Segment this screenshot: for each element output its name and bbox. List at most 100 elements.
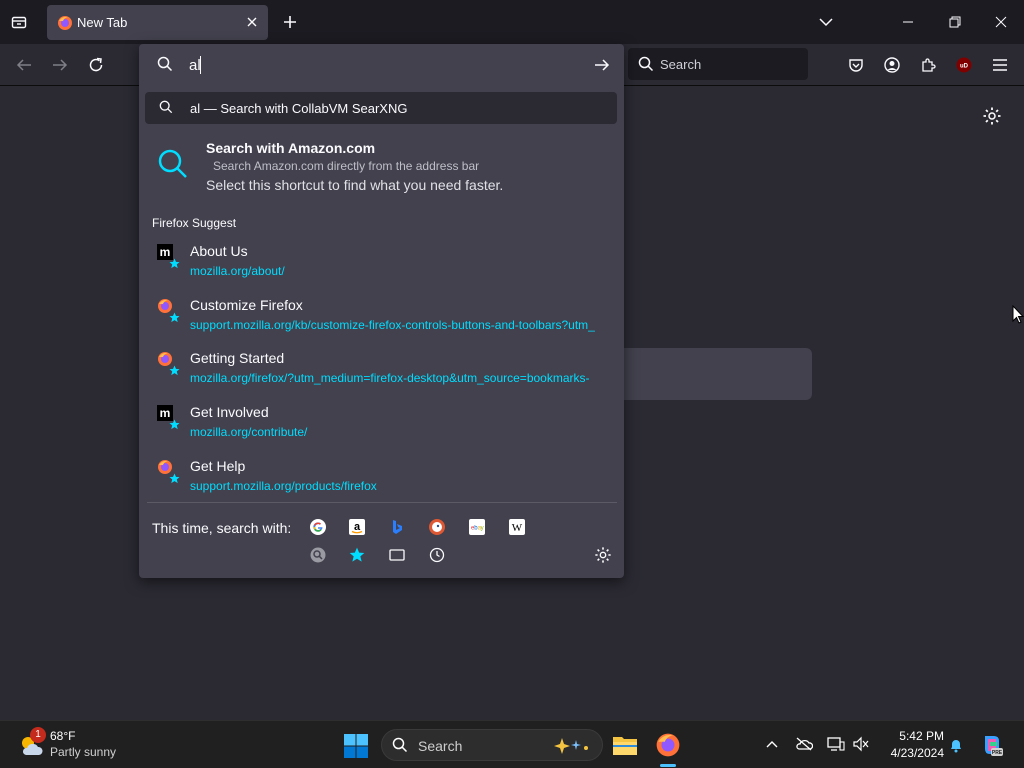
tabs-icon[interactable] xyxy=(388,546,406,564)
amazon-search-tip[interactable]: Search with Amazon.com Search Amazon.com… xyxy=(139,134,624,204)
firefox-suggest-label: Firefox Suggest xyxy=(152,216,237,230)
search-icon xyxy=(392,737,408,758)
search-bar-placeholder: Search xyxy=(660,57,702,72)
search-icon xyxy=(157,148,189,180)
result-title: Customize Firefox xyxy=(190,297,303,313)
urlbar-input[interactable] xyxy=(189,55,579,75)
result-title: Getting Started xyxy=(190,350,285,366)
text-caret xyxy=(200,56,201,74)
weather-temperature: 68°F xyxy=(50,729,76,743)
tab-new-tab[interactable]: New Tab xyxy=(47,5,268,40)
firefox-view-icon[interactable] xyxy=(8,11,30,33)
result-row[interactable]: m About Us mozilla.org/about/ xyxy=(139,238,624,288)
weather-widget[interactable]: 1 68°F Partly sunny xyxy=(16,727,136,763)
result-title: Get Involved xyxy=(190,404,269,420)
svg-text:W: W xyxy=(512,522,523,534)
result-url: mozilla.org/contribute/ xyxy=(190,425,308,439)
result-row[interactable]: Get Help support.mozilla.org/products/fi… xyxy=(139,453,624,503)
ublock-origin-icon[interactable]: uD xyxy=(953,54,975,76)
back-button[interactable] xyxy=(13,54,35,76)
heuristic-result-text: al — Search with CollabVM SearXNG xyxy=(190,101,408,116)
file-explorer-icon[interactable] xyxy=(609,729,641,761)
searxng-icon[interactable] xyxy=(309,546,327,564)
close-tab-icon[interactable] xyxy=(244,14,260,30)
notification-badge: 1 xyxy=(30,727,46,743)
svg-text:y: y xyxy=(481,526,484,532)
weather-condition: Partly sunny xyxy=(50,745,117,759)
result-row[interactable]: Getting Started mozilla.org/firefox/?utm… xyxy=(139,345,624,395)
search-icon xyxy=(157,56,173,77)
bookmark-star-icon xyxy=(169,471,180,484)
result-url: support.mozilla.org/products/firefox xyxy=(190,479,377,493)
copilot-icon[interactable]: PRE xyxy=(980,733,1004,757)
result-row[interactable]: m Get Involved mozilla.org/contribute/ xyxy=(139,399,624,449)
windows-taskbar: 1 68°F Partly sunny Search 5:42 PM 4/23/… xyxy=(0,720,1024,768)
search-icon xyxy=(159,100,173,119)
windows-start-icon[interactable] xyxy=(343,733,369,759)
svg-text:a: a xyxy=(354,521,361,533)
bookmark-star-icon xyxy=(169,363,180,376)
firefox-icon xyxy=(57,15,73,31)
history-icon[interactable] xyxy=(428,546,446,564)
search-bar[interactable]: Search xyxy=(628,48,808,80)
copilot-sparkle-icon xyxy=(550,736,592,761)
taskbar-search[interactable]: Search xyxy=(381,729,603,761)
result-url: mozilla.org/firefox/?utm_medium=firefox-… xyxy=(190,371,590,385)
taskbar-clock[interactable]: 5:42 PM 4/23/2024 xyxy=(880,729,944,760)
bing-icon[interactable] xyxy=(388,518,406,536)
pocket-icon[interactable] xyxy=(845,54,867,76)
google-icon[interactable] xyxy=(309,518,327,536)
chevron-down-icon[interactable] xyxy=(816,12,836,32)
result-url: support.mozilla.org/kb/customize-firefox… xyxy=(190,318,595,332)
divider xyxy=(147,502,617,503)
urlbar-results-popup: al — Search with CollabVM SearXNG Search… xyxy=(139,44,624,578)
bookmark-star-icon xyxy=(169,417,180,430)
bookmarks-star-icon[interactable] xyxy=(348,546,366,564)
search-icon xyxy=(638,56,654,77)
minimize-button[interactable] xyxy=(896,10,920,34)
oneoff-label: This time, search with: xyxy=(152,520,292,536)
ebay-icon[interactable]: ebay xyxy=(468,518,486,536)
tip-description: Search Amazon.com directly from the addr… xyxy=(213,159,480,173)
restore-button[interactable] xyxy=(943,10,967,34)
volume-muted-icon[interactable] xyxy=(852,735,870,753)
new-tab-search-box[interactable] xyxy=(600,348,812,400)
svg-text:uD: uD xyxy=(960,64,969,70)
heuristic-result[interactable]: al — Search with CollabVM SearXNG xyxy=(145,92,617,124)
amazon-icon[interactable]: a xyxy=(348,518,366,536)
go-arrow-icon[interactable] xyxy=(592,55,612,75)
result-row[interactable]: Customize Firefox support.mozilla.org/kb… xyxy=(139,292,624,342)
gear-icon[interactable] xyxy=(982,106,1002,126)
urlbar[interactable] xyxy=(139,44,624,86)
new-tab-button[interactable] xyxy=(280,12,300,32)
wikipedia-icon[interactable]: W xyxy=(508,518,526,536)
mouse-cursor xyxy=(1012,304,1024,325)
tip-subtitle: Select this shortcut to find what you ne… xyxy=(206,177,504,193)
reload-button[interactable] xyxy=(85,54,107,76)
clock-time: 5:42 PM xyxy=(899,729,944,743)
firefox-taskbar-icon[interactable] xyxy=(652,729,684,761)
tip-title: Search with Amazon.com xyxy=(206,140,376,156)
extensions-icon[interactable] xyxy=(917,54,939,76)
svg-text:PRE: PRE xyxy=(992,750,1003,756)
network-icon[interactable] xyxy=(827,735,845,753)
bookmark-star-icon xyxy=(169,256,180,269)
chevron-up-icon[interactable] xyxy=(763,735,781,753)
result-title: About Us xyxy=(190,243,248,259)
result-url: mozilla.org/about/ xyxy=(190,264,285,278)
menu-icon[interactable] xyxy=(989,54,1011,76)
active-app-indicator xyxy=(660,764,676,767)
clock-date: 4/23/2024 xyxy=(890,746,944,760)
search-settings-gear-icon[interactable] xyxy=(594,546,612,564)
account-icon[interactable] xyxy=(881,54,903,76)
duckduckgo-icon[interactable] xyxy=(428,518,446,536)
forward-button[interactable] xyxy=(49,54,71,76)
result-title: Get Help xyxy=(190,458,246,474)
onedrive-offline-icon[interactable] xyxy=(795,735,813,753)
tab-title: New Tab xyxy=(77,15,128,30)
notification-bell-icon[interactable] xyxy=(947,736,965,754)
bookmark-star-icon xyxy=(169,310,180,323)
taskbar-search-placeholder: Search xyxy=(418,738,463,754)
tab-strip: New Tab xyxy=(0,0,1024,44)
close-window-button[interactable] xyxy=(989,10,1013,34)
